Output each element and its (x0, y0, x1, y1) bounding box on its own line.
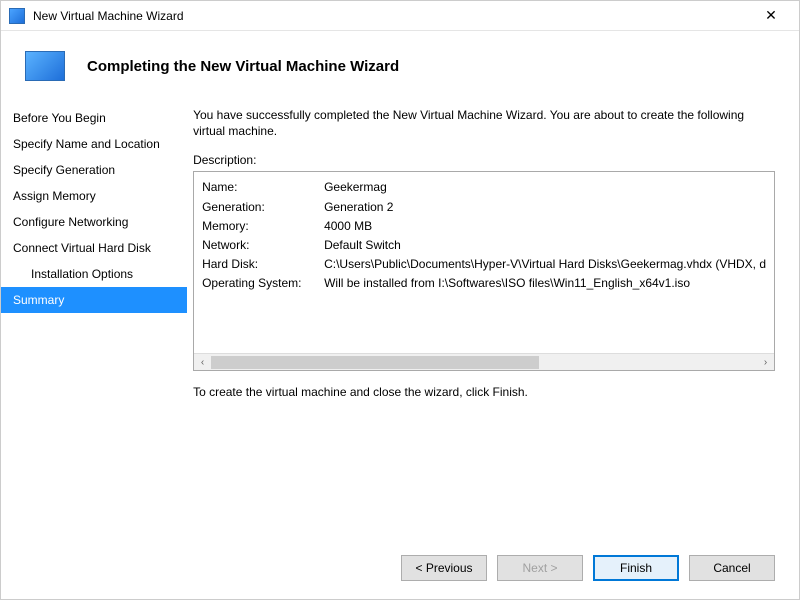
sidebar-item-before-you-begin[interactable]: Before You Begin (1, 105, 187, 131)
description-row: Name:Geekermag (202, 178, 766, 197)
close-icon[interactable]: ✕ (751, 2, 791, 30)
finish-button[interactable]: Finish (593, 555, 679, 581)
wizard-icon (25, 51, 65, 81)
sidebar-item-summary[interactable]: Summary (1, 287, 187, 313)
description-key: Memory: (202, 217, 324, 236)
sidebar-item-specify-name-and-location[interactable]: Specify Name and Location (1, 131, 187, 157)
wizard-content: You have successfully completed the New … (187, 99, 799, 529)
scroll-track[interactable] (211, 354, 757, 370)
sidebar-item-assign-memory[interactable]: Assign Memory (1, 183, 187, 209)
description-box: Name:GeekermagGeneration:Generation 2Mem… (193, 171, 775, 371)
scroll-left-icon[interactable]: ‹ (194, 354, 211, 371)
next-button: Next > (497, 555, 583, 581)
wizard-body: Before You BeginSpecify Name and Locatio… (1, 99, 799, 529)
wizard-window: New Virtual Machine Wizard ✕ Completing … (1, 1, 799, 599)
cancel-button[interactable]: Cancel (689, 555, 775, 581)
sidebar-item-connect-virtual-hard-disk[interactable]: Connect Virtual Hard Disk (1, 235, 187, 261)
wizard-steps-sidebar: Before You BeginSpecify Name and Locatio… (1, 99, 187, 529)
previous-button[interactable]: < Previous (401, 555, 487, 581)
window-title: New Virtual Machine Wizard (33, 9, 751, 23)
wizard-header: Completing the New Virtual Machine Wizar… (1, 31, 799, 99)
description-row: Hard Disk:C:\Users\Public\Documents\Hype… (202, 255, 766, 274)
horizontal-scrollbar[interactable]: ‹ › (194, 353, 774, 370)
description-value: Default Switch (324, 236, 766, 255)
scroll-right-icon[interactable]: › (757, 354, 774, 371)
description-row: Memory:4000 MB (202, 217, 766, 236)
app-icon (9, 8, 25, 24)
wizard-footer: < Previous Next > Finish Cancel (1, 541, 799, 599)
scroll-thumb[interactable] (211, 356, 539, 369)
finish-hint: To create the virtual machine and close … (193, 385, 775, 399)
description-value: Will be installed from I:\Softwares\ISO … (324, 274, 766, 293)
description-rows: Name:GeekermagGeneration:Generation 2Mem… (202, 178, 766, 353)
intro-text: You have successfully completed the New … (193, 107, 775, 139)
sidebar-item-specify-generation[interactable]: Specify Generation (1, 157, 187, 183)
description-label: Description: (193, 153, 775, 167)
page-title: Completing the New Virtual Machine Wizar… (87, 58, 399, 75)
description-key: Generation: (202, 198, 324, 217)
titlebar: New Virtual Machine Wizard ✕ (1, 1, 799, 31)
description-value: 4000 MB (324, 217, 766, 236)
description-key: Network: (202, 236, 324, 255)
description-value: Geekermag (324, 178, 766, 197)
sidebar-item-installation-options[interactable]: Installation Options (1, 261, 187, 287)
sidebar-item-configure-networking[interactable]: Configure Networking (1, 209, 187, 235)
description-value: Generation 2 (324, 198, 766, 217)
description-row: Network:Default Switch (202, 236, 766, 255)
description-key: Operating System: (202, 274, 324, 293)
description-row: Operating System:Will be installed from … (202, 274, 766, 293)
description-key: Name: (202, 178, 324, 197)
description-key: Hard Disk: (202, 255, 324, 274)
description-value: C:\Users\Public\Documents\Hyper-V\Virtua… (324, 255, 766, 274)
description-row: Generation:Generation 2 (202, 198, 766, 217)
